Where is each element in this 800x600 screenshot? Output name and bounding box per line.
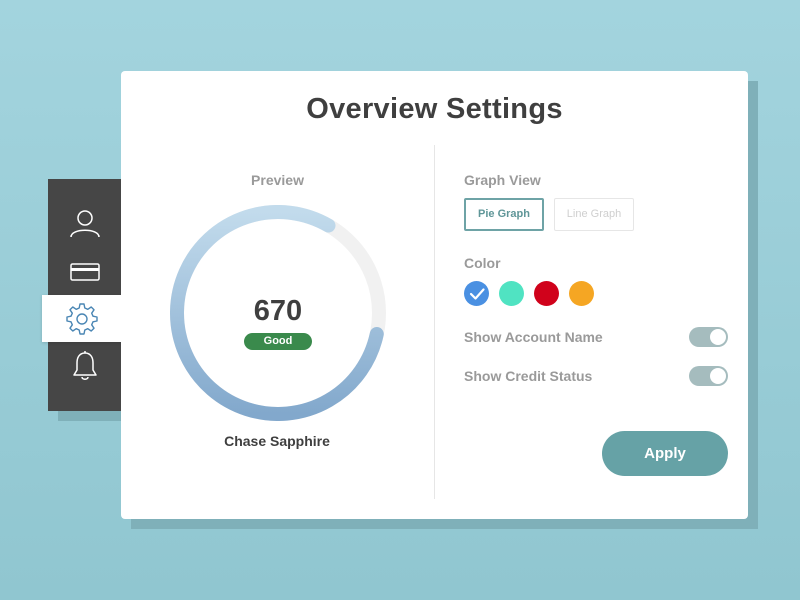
color-swatch-blue[interactable] — [464, 281, 489, 306]
divider — [434, 145, 435, 499]
bell-icon — [72, 351, 97, 380]
sidebar-item-notifications[interactable] — [48, 343, 121, 389]
color-swatch-teal[interactable] — [499, 281, 524, 306]
show-credit-status-toggle[interactable] — [689, 366, 728, 386]
graph-view-label: Graph View — [464, 172, 541, 188]
preview-label: Preview — [251, 172, 304, 188]
sidebar — [42, 179, 121, 411]
user-icon — [69, 210, 100, 238]
line-graph-button[interactable]: Line Graph — [554, 198, 634, 231]
settings-card: Overview Settings Preview 670 Good Chase… — [121, 71, 748, 519]
sidebar-item-cards[interactable] — [48, 249, 121, 295]
color-swatch-red[interactable] — [534, 281, 559, 306]
sidebar-item-profile[interactable] — [48, 200, 121, 246]
show-account-name-toggle[interactable] — [689, 327, 728, 347]
color-swatch-orange[interactable] — [569, 281, 594, 306]
account-name: Chase Sapphire — [224, 433, 330, 449]
status-badge: Good — [244, 333, 312, 350]
show-credit-status-label: Show Credit Status — [464, 368, 593, 384]
page-title: Overview Settings — [306, 93, 563, 125]
pie-graph-button[interactable]: Pie Graph — [464, 198, 544, 231]
show-account-name-label: Show Account Name — [464, 329, 603, 345]
apply-button[interactable]: Apply — [602, 431, 728, 476]
credit-card-icon — [69, 263, 100, 281]
gear-icon — [65, 302, 98, 335]
toggle-knob — [710, 329, 726, 345]
toggle-knob — [710, 368, 726, 384]
color-label: Color — [464, 255, 501, 271]
checkmark-icon — [469, 287, 485, 300]
credit-score: 670 — [253, 295, 303, 327]
sidebar-item-settings[interactable] — [42, 295, 121, 342]
